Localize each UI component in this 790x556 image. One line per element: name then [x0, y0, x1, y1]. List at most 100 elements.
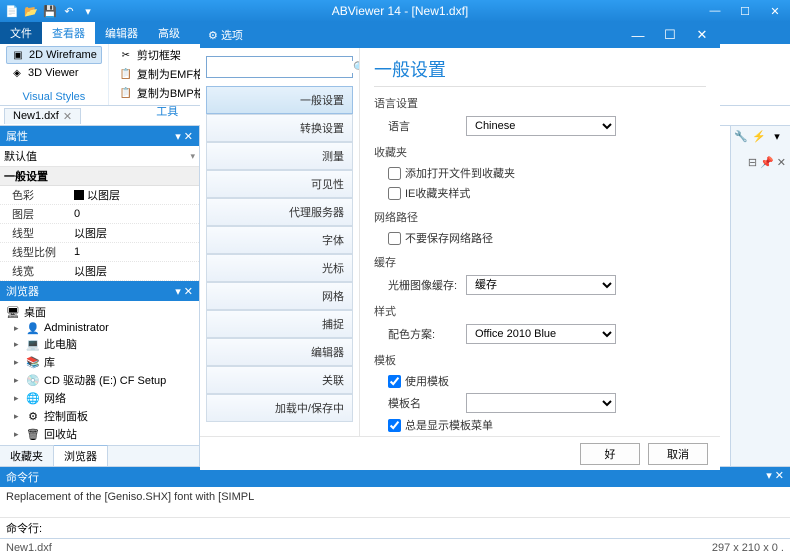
caret-icon: ▸ [14, 323, 22, 334]
tree-item[interactable]: ▸📚库 [4, 353, 195, 371]
group-label: Visual Styles [6, 90, 102, 103]
section-cache: 缓存 [374, 254, 706, 270]
tree-item[interactable]: ▸⚙控制面板 [4, 407, 195, 425]
pin-icon[interactable]: 📌 [760, 156, 774, 169]
property-row[interactable]: 色彩 以图层 [0, 186, 199, 205]
new-icon[interactable]: 📄 [4, 3, 20, 19]
nav-item[interactable]: 测量 [206, 142, 353, 170]
close-icon[interactable]: ✕ [777, 156, 786, 169]
close-button[interactable]: ✕ [760, 0, 790, 22]
nav-item[interactable]: 加载中/保存中 [206, 394, 353, 422]
tab-file[interactable]: 文件 [0, 22, 42, 44]
desktop-icon: 🖥 [6, 306, 20, 318]
commandline-input[interactable] [48, 522, 784, 534]
checkbox-fav-add[interactable] [388, 167, 401, 180]
maximize-button[interactable]: ☐ [654, 22, 686, 48]
mini-controls: ⊟ 📌 ✕ [748, 156, 786, 169]
browser-panel: 浏览器 ▾ ✕ 🖥 桌面 ▸👤Administrator▸💻此电脑▸📚库▸💿CD… [0, 281, 199, 466]
nav-item[interactable]: 代理服务器 [206, 198, 353, 226]
properties-default[interactable]: 默认值 ▾ [0, 146, 199, 167]
close-button[interactable]: ✕ [686, 22, 718, 48]
tree-item[interactable]: ▸💿CD 驱动器 (E:) CF Setup [4, 371, 195, 389]
nav-item[interactable]: 转换设置 [206, 114, 353, 142]
checkbox-always-show-template[interactable] [388, 419, 401, 432]
nav-item[interactable]: 字体 [206, 226, 353, 254]
label-template-name: 模板名 [388, 395, 458, 411]
btn-3d-viewer[interactable]: ◈ 3D Viewer [6, 65, 102, 81]
folder-icon: ⚙ [26, 410, 40, 422]
close-panel-icon[interactable]: ✕ [184, 130, 193, 143]
select-style[interactable]: Office 2010 Blue [466, 324, 616, 344]
folder-icon: 🌐 [26, 392, 40, 404]
nav-item[interactable]: 光标 [206, 254, 353, 282]
tab-advanced[interactable]: 高级 [148, 22, 190, 44]
tab-viewer[interactable]: 查看器 [42, 22, 95, 44]
label-style: 配色方案: [388, 326, 458, 342]
select-language[interactable]: Chinese [466, 116, 616, 136]
nav-item[interactable]: 编辑器 [206, 338, 353, 366]
folder-icon: 📚 [26, 356, 40, 368]
checkbox-network[interactable] [388, 232, 401, 245]
dropdown-icon[interactable]: ▾ [769, 128, 785, 144]
chevron-down-icon[interactable]: ▾ [175, 285, 181, 298]
close-panel-icon[interactable]: ✕ [775, 470, 784, 482]
search-icon[interactable]: 🔍 [353, 61, 360, 74]
label-language: 语言 [388, 118, 458, 134]
close-panel-icon[interactable]: ✕ [184, 285, 193, 298]
btn-label: 3D Viewer [28, 67, 79, 79]
minimize-button[interactable]: — [700, 0, 730, 22]
chevron-down-icon[interactable]: ▾ [175, 130, 181, 143]
dropdown-icon[interactable]: ▾ [80, 3, 96, 19]
nav-item[interactable]: 关联 [206, 366, 353, 394]
open-icon[interactable]: 📂 [23, 3, 39, 19]
tree-label: 回收站 [44, 426, 77, 442]
checkbox-use-template[interactable] [388, 375, 401, 388]
property-row[interactable]: 线宽 以图层 [0, 262, 199, 281]
row-use-template: 使用模板 [374, 371, 706, 391]
undo-icon[interactable]: ↶ [61, 3, 77, 19]
section-style: 样式 [374, 303, 706, 319]
select-template-name[interactable] [466, 393, 616, 413]
doc-tab[interactable]: New1.dxf ✕ [4, 108, 81, 124]
chevron-down-icon[interactable]: ▾ [766, 470, 772, 482]
tree-item[interactable]: ▸💻此电脑 [4, 335, 195, 353]
tool-icon[interactable]: 🔧 [733, 128, 749, 144]
bolt-icon[interactable]: ⚡ [751, 128, 767, 144]
tree-item[interactable]: ▸🗑回收站 [4, 425, 195, 443]
nav-item[interactable]: 网格 [206, 282, 353, 310]
prop-name: 图层 [0, 205, 70, 223]
row-fav-ie: IE收藏夹样式 [374, 183, 706, 203]
commandline-panel: 命令行 ▾ ✕ Replacement of the [Geniso.SHX] … [0, 466, 790, 538]
nav-item[interactable]: 捕捉 [206, 310, 353, 338]
property-row[interactable]: 线型比例 1 [0, 243, 199, 262]
nav-item[interactable]: 可见性 [206, 170, 353, 198]
prop-section-general[interactable]: 一般设置 [0, 167, 199, 186]
browser-tab-favorites[interactable]: 收藏夹 [0, 446, 54, 466]
left-panel: 属性 ▾ ✕ 默认值 ▾ 一般设置 色彩 以图层图层 0线型 以图层线型比例 1… [0, 126, 200, 466]
browser-tab-browser[interactable]: 浏览器 [54, 445, 108, 466]
dialog-body: 🔍 一般设置转换设置测量可见性代理服务器字体光标网格捕捉编辑器关联加载中/保存中… [200, 48, 720, 436]
tab-editor[interactable]: 编辑器 [95, 22, 148, 44]
checkbox-fav-ie[interactable] [388, 187, 401, 200]
ok-button[interactable]: 好 [580, 443, 640, 465]
minimize-button[interactable]: — [622, 22, 654, 48]
btn-2d-wireframe[interactable]: ▣ 2D Wireframe [6, 46, 102, 64]
commandline-input-row: 命令行: [0, 517, 790, 538]
tree-root[interactable]: 🖥 桌面 [4, 303, 195, 321]
folder-icon: 👤 [26, 322, 40, 334]
collapse-icon[interactable]: ⊟ [748, 156, 757, 169]
row-always-show-template: 总是显示模板菜单 [374, 415, 706, 435]
close-tab-icon[interactable]: ✕ [63, 110, 72, 123]
tree-item[interactable]: ▸👤Administrator [4, 321, 195, 335]
property-row[interactable]: 线型 以图层 [0, 224, 199, 243]
search-input[interactable] [211, 61, 353, 73]
maximize-button[interactable]: ☐ [730, 0, 760, 22]
tree-item[interactable]: ▸🌐网络 [4, 389, 195, 407]
nav-item[interactable]: 一般设置 [206, 86, 353, 114]
cancel-button[interactable]: 取消 [648, 443, 708, 465]
dialog-search-box[interactable]: 🔍 [206, 56, 353, 78]
save-icon[interactable]: 💾 [42, 3, 58, 19]
gear-icon: ⚙ [208, 30, 218, 42]
property-row[interactable]: 图层 0 [0, 205, 199, 224]
select-cache[interactable]: 缓存 [466, 275, 616, 295]
